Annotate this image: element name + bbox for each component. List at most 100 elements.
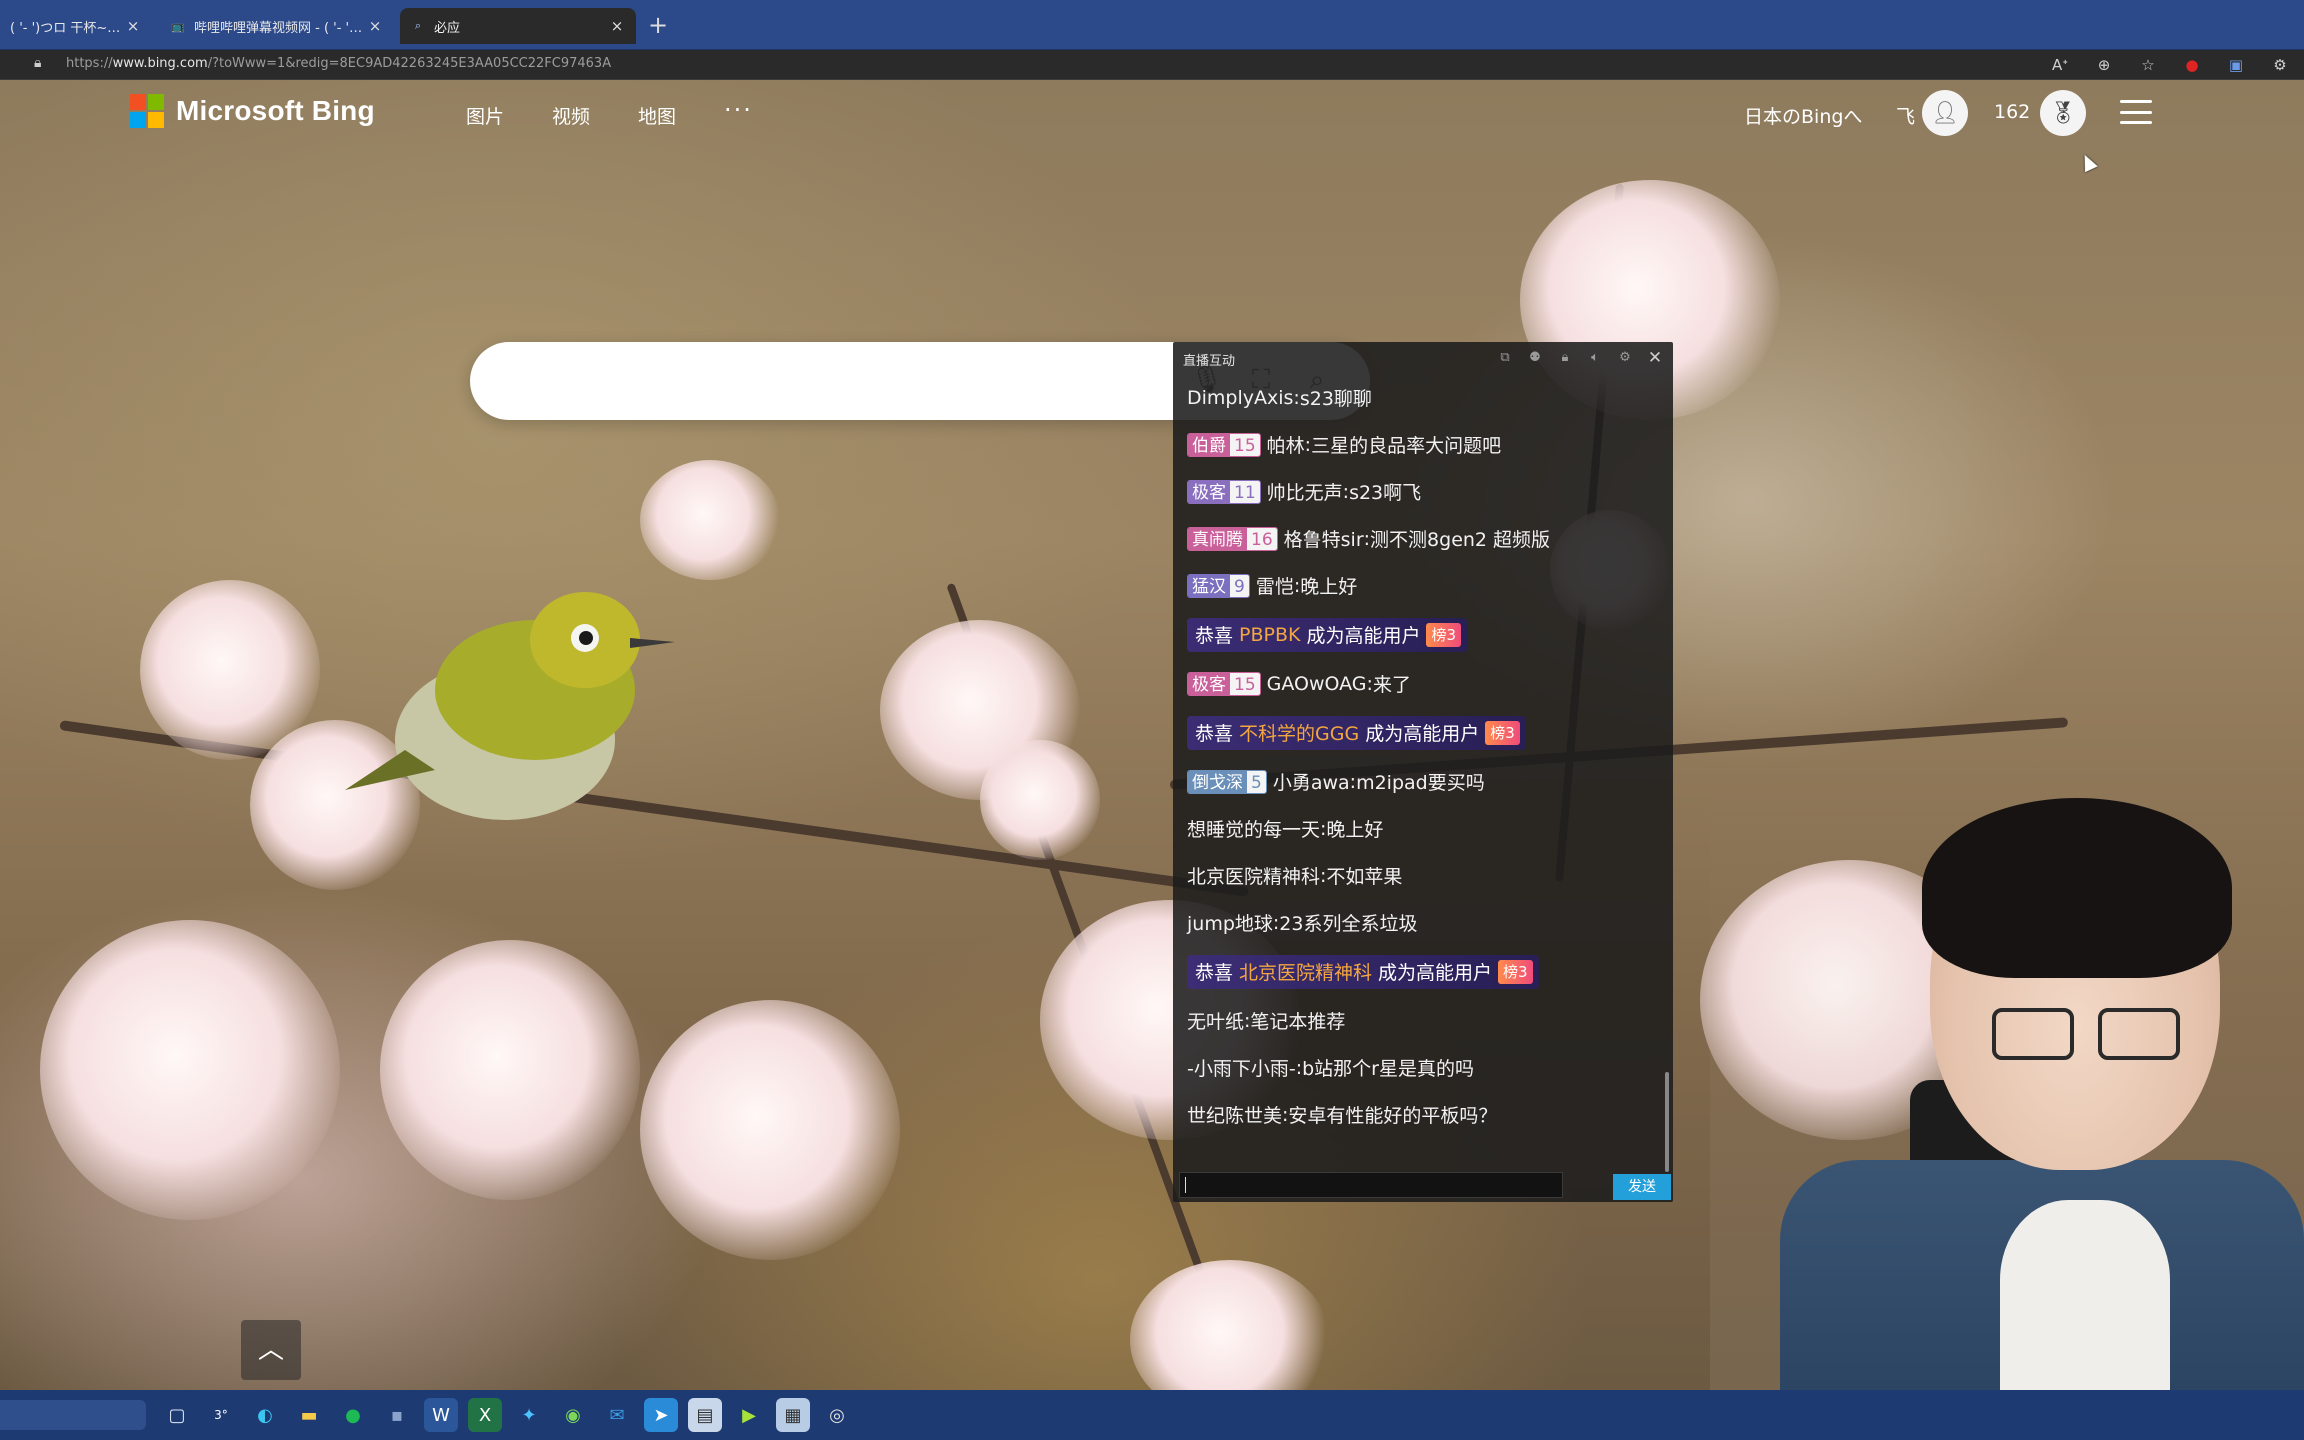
chat-username[interactable]: 想睡觉的每一天 — [1187, 815, 1320, 842]
bing-nav: 图片 视频 地图 ··· — [466, 98, 753, 129]
more-menu-button[interactable]: ··· — [724, 98, 753, 129]
browser-tab-bar: ( '- ')つロ 干杯~-bili × 📺 哔哩哔哩弹幕视频网 - ( '- … — [0, 0, 2304, 50]
nav-videos[interactable]: 视频 — [552, 102, 590, 129]
chat-username[interactable]: GAOwOAG — [1267, 673, 1367, 695]
address-bar[interactable]: 🔒︎ https://www.bing.com/?toWww=1&redig=8… — [0, 50, 2304, 80]
rewards-medal-icon[interactable]: 🏅︎ — [2040, 90, 2086, 136]
gift-username[interactable]: 北京医院精神科 — [1239, 958, 1372, 985]
url-field[interactable]: https://www.bing.com/?toWww=1&redig=8EC9… — [66, 56, 611, 71]
chat-username[interactable]: 雷恺 — [1256, 572, 1294, 599]
close-icon[interactable]: × — [124, 17, 142, 35]
medal-name: 极客 — [1188, 480, 1230, 503]
task-view-icon[interactable]: ▢ — [160, 1398, 194, 1432]
volume-icon[interactable]: 🔈︎ — [1587, 348, 1603, 368]
medal-level: 11 — [1230, 480, 1260, 503]
mail-icon[interactable]: ✉ — [600, 1398, 634, 1432]
gift-prefix: 恭喜 — [1195, 962, 1234, 984]
send-button[interactable]: 发送 — [1613, 1174, 1671, 1200]
scrollbar[interactable] — [1665, 1072, 1669, 1172]
chat-text: m2ipad要买吗 — [1356, 772, 1485, 794]
fan-medal: 真闹腾 16 — [1187, 526, 1278, 551]
tab-title: ( '- ')つロ 干杯~-bili — [10, 20, 124, 36]
rank-badge: 榜3 — [1498, 959, 1533, 984]
word-icon[interactable]: W — [424, 1398, 458, 1432]
logo-square — [148, 112, 164, 128]
chat-username[interactable]: 帅比无声 — [1267, 478, 1343, 505]
blossom — [640, 460, 780, 580]
close-icon[interactable]: × — [608, 17, 626, 35]
wechat-icon[interactable]: ◉ — [556, 1398, 590, 1432]
chat-username[interactable]: DimplyAxis — [1187, 387, 1293, 409]
fan-medal: 极客 15 — [1187, 671, 1261, 696]
chat-username[interactable]: 格鲁特sir — [1284, 525, 1364, 552]
app-icon-2[interactable]: ▤ — [688, 1398, 722, 1432]
gift-notification: 恭喜 不科学的GGG 成为高能用户 榜3 — [1187, 707, 1657, 758]
rewards-points[interactable]: 162 — [1994, 101, 2030, 123]
taskbar-search[interactable] — [0, 1400, 146, 1430]
read-aloud-icon[interactable]: Aᐩ — [2046, 54, 2074, 76]
app-store-icon[interactable]: ✦ — [512, 1398, 546, 1432]
chat-username[interactable]: 帕林 — [1267, 431, 1305, 458]
hamburger-menu-icon[interactable] — [2120, 100, 2152, 124]
chat-username[interactable]: 无叶纸 — [1187, 1007, 1244, 1034]
new-tab-button[interactable]: + — [643, 10, 673, 40]
glasses-lens — [2098, 1008, 2180, 1060]
close-icon[interactable]: × — [366, 17, 384, 35]
chat-username[interactable]: -小雨下小雨- — [1187, 1054, 1296, 1081]
menu-line — [2120, 100, 2152, 103]
region-link[interactable]: 日本のBingへ — [1744, 102, 1862, 129]
logo-square — [130, 112, 146, 128]
user-name[interactable]: 飞 — [1896, 102, 1915, 129]
messenger-icon[interactable]: ➤ — [644, 1398, 678, 1432]
zoom-icon[interactable]: ⊕ — [2090, 54, 2118, 76]
gift-banner: 恭喜 不科学的GGG 成为高能用户 榜3 — [1187, 715, 1526, 750]
gift-text: 成为高能用户 — [1378, 962, 1493, 984]
chat-username[interactable]: 小勇awa — [1273, 768, 1350, 795]
gift-username[interactable]: 不科学的GGG — [1239, 719, 1359, 746]
lock-icon[interactable]: 🔒︎ — [1557, 348, 1573, 368]
text-caret — [1185, 1177, 1186, 1193]
chat-message: jump地球: 23系列全系垃圾 — [1187, 899, 1657, 946]
bing-logo-text: Microsoft Bing — [176, 95, 375, 126]
extension-red-icon[interactable]: ● — [2178, 54, 2206, 76]
weather-icon[interactable]: 3° — [204, 1398, 238, 1432]
menu-line — [2120, 110, 2152, 114]
popout-icon[interactable]: ⧉ — [1497, 348, 1513, 368]
chevron-up-icon[interactable]: ︿ — [241, 1320, 301, 1380]
app-icon-4[interactable]: ▦ — [776, 1398, 810, 1432]
browser-tab[interactable]: ( '- ')つロ 干杯~-bili × — [0, 8, 152, 44]
nav-maps[interactable]: 地图 — [638, 102, 676, 129]
chat-input[interactable] — [1179, 1172, 1563, 1198]
chat-username[interactable]: 北京医院精神科 — [1187, 862, 1320, 889]
nav-images[interactable]: 图片 — [466, 102, 504, 129]
edge-icon[interactable]: ◐ — [248, 1398, 282, 1432]
spotify-icon[interactable]: ● — [336, 1398, 370, 1432]
bing-logo[interactable]: Microsoft Bing — [130, 94, 375, 128]
medal-name: 伯爵 — [1188, 433, 1230, 456]
app-icon[interactable]: ▪ — [380, 1398, 414, 1432]
extensions-icon[interactable]: ⚙ — [2266, 54, 2294, 76]
chat-message: -小雨下小雨-: b站那个r星是真的吗 — [1187, 1044, 1657, 1091]
blossom — [380, 940, 640, 1200]
blossom — [640, 1000, 900, 1260]
settings-icon[interactable]: ⚙ — [1617, 348, 1633, 368]
fan-medal: 猛汉 9 — [1187, 573, 1250, 598]
browser-tab[interactable]: 📺 哔哩哔哩弹幕视频网 - ( '- ')つ × — [160, 8, 394, 44]
favorite-icon[interactable]: ☆ — [2134, 54, 2162, 76]
chat-text: 晚上好 — [1300, 576, 1358, 598]
chat-message: 想睡觉的每一天: 晚上好 — [1187, 805, 1657, 852]
browser-tab-active[interactable]: ⌕ 必应 × — [400, 8, 636, 44]
avatar-icon[interactable]: 👤︎ — [1922, 90, 1968, 136]
close-icon[interactable]: ✕ — [1647, 348, 1663, 368]
excel-icon[interactable]: X — [468, 1398, 502, 1432]
file-explorer-icon[interactable]: ▬ — [292, 1398, 326, 1432]
gift-username[interactable]: PBPBK — [1239, 624, 1300, 646]
translate-icon[interactable]: ▣ — [2222, 54, 2250, 76]
rank-badge: 榜3 — [1426, 622, 1462, 647]
app-icon-3[interactable]: ▶ — [732, 1398, 766, 1432]
chat-username[interactable]: jump地球 — [1187, 909, 1273, 936]
obs-icon[interactable]: ◎ — [820, 1398, 854, 1432]
chat-username[interactable]: 世纪陈世美 — [1187, 1101, 1282, 1128]
robot-icon[interactable]: ⚉ — [1527, 348, 1543, 368]
bird-image — [345, 592, 675, 820]
